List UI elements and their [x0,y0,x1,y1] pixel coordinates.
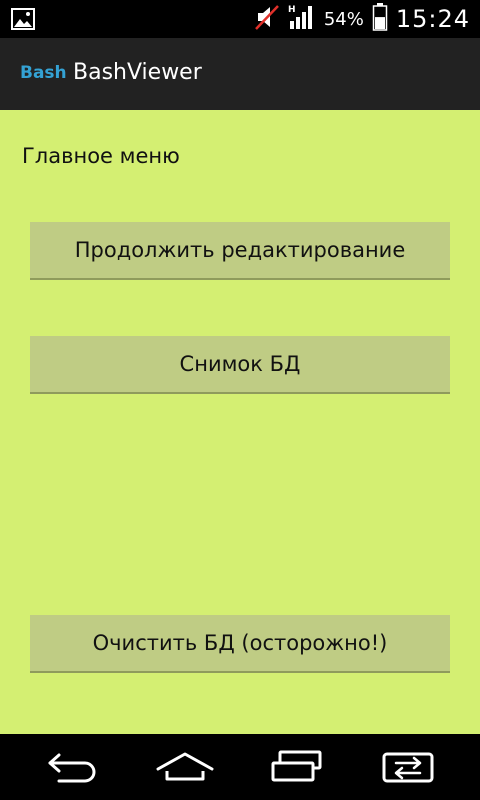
signal-icon: H [288,3,316,35]
gallery-icon [11,7,35,31]
switch-window-icon [380,748,436,788]
db-snapshot-button[interactable]: Снимок БД [30,336,450,394]
mute-icon [254,3,280,35]
clear-db-label: Очистить БД (осторожно!) [92,631,388,655]
status-icons: H 54% 15:24 [254,0,470,38]
page-title: Главное меню [22,144,180,168]
battery-icon [372,2,388,36]
action-bar: Bash BashViewer [0,38,480,110]
clear-db-button[interactable]: Очистить БД (осторожно!) [30,615,450,673]
app-logo[interactable]: Bash [20,63,67,83]
back-icon [45,749,101,787]
recent-apps-icon [270,749,324,787]
clock: 15:24 [395,5,470,33]
app-title: BashViewer [73,60,202,85]
navigation-bar [0,734,480,800]
home-icon [155,749,215,787]
screen: H 54% 15:24 Bash BashViewer Главное меню… [0,0,480,800]
status-bar: H 54% 15:24 [0,0,480,38]
home-button[interactable] [155,748,215,788]
switch-window-button[interactable] [378,748,438,788]
main-content: Главное меню Продолжить редактирование С… [0,110,480,734]
recent-apps-button[interactable] [267,748,327,788]
back-button[interactable] [43,748,103,788]
db-snapshot-label: Снимок БД [179,352,301,376]
continue-editing-label: Продолжить редактирование [74,238,406,262]
network-type-label: H [288,5,296,15]
battery-percent: 54% [323,8,364,30]
continue-editing-button[interactable]: Продолжить редактирование [30,222,450,280]
